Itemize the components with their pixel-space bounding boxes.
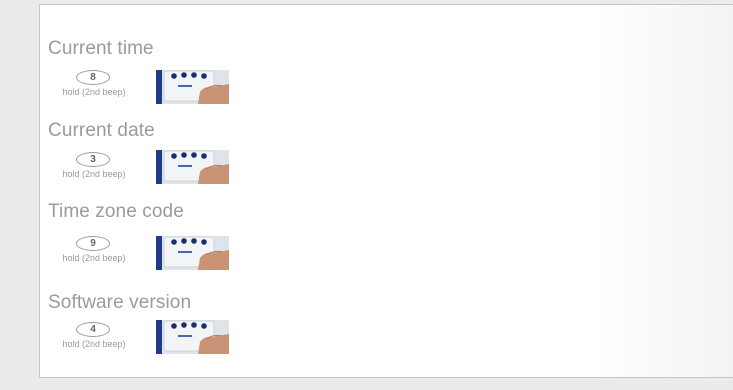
section-title: Current date: [48, 120, 155, 141]
key-hint-label: hold (2nd beep): [62, 87, 126, 97]
key-button-icon: 8: [76, 70, 110, 85]
key-hint-label: hold (2nd beep): [62, 169, 126, 179]
device-hand-photo: [156, 70, 229, 104]
key-hint-label: hold (2nd beep): [62, 339, 126, 349]
key-button-icon: 3: [76, 152, 110, 167]
key-instruction: 4 hold (2nd beep): [48, 322, 152, 356]
section-title: Current time: [48, 38, 154, 59]
key-instruction: 9 hold (2nd beep): [48, 236, 152, 270]
key-hint-label: hold (2nd beep): [62, 253, 126, 263]
section-title: Time zone code: [48, 201, 184, 222]
device-hand-photo: [156, 150, 229, 184]
key-button-icon: 9: [76, 236, 110, 251]
key-button-icon: 4: [76, 322, 110, 337]
key-instruction: 8 hold (2nd beep): [48, 70, 152, 104]
section-title: Software version: [48, 292, 192, 313]
device-hand-photo: [156, 320, 229, 354]
device-hand-photo: [156, 236, 229, 270]
key-instruction: 3 hold (2nd beep): [48, 152, 152, 186]
